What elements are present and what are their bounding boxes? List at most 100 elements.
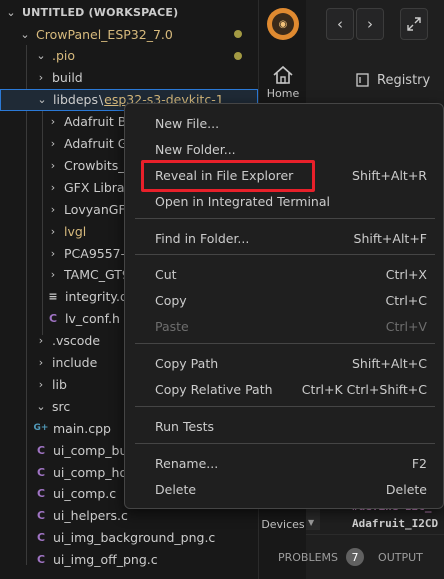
modified-dot-icon [234,51,242,60]
modified-dot-icon [234,30,242,38]
tree-item-label: ui_img_background_png.c [53,530,216,546]
chevron-right-icon: › [50,246,56,260]
back-button[interactable]: ‹ [326,8,354,40]
workspace-header[interactable]: ⌄ UNTITLED (WORKSPACE) [0,1,258,23]
menu-item-shortcut: Shift+Alt+C [351,355,427,371]
devices-button[interactable]: Devices [259,518,307,531]
menu-item-delete[interactable]: Delete Delete [129,477,441,501]
menu-item-label: Reveal in File Explorer [155,167,294,183]
text-file-icon: ≡ [48,290,58,304]
tree-item-label: ui_comp_hoc [53,464,134,480]
menu-item-copy-path[interactable]: Copy Path Shift+Alt+C [129,351,441,375]
menu-separator [135,343,435,344]
chevron-right-icon: › [38,334,44,348]
panel-tabs: PROBLEMS 7 OUTPUT [278,534,444,579]
c-file-icon: C [36,443,46,457]
menu-separator [135,406,435,407]
tab-output[interactable]: OUTPUT [378,551,423,564]
scroll-down-icon[interactable]: ▼ [308,518,314,527]
menu-item-shortcut: Shift+Alt+R [352,167,427,183]
chevron-right-icon: › [50,224,56,238]
menu-item-new-folder[interactable]: New Folder... [129,137,441,161]
menu-item-shortcut: F2 [411,455,427,471]
workspace-title: UNTITLED (WORKSPACE) [22,5,179,19]
chevron-right-icon: › [50,115,56,129]
platformio-logo-icon[interactable]: ◉ [267,8,299,40]
c-file-icon: C [36,509,46,523]
menu-item-label: Copy Relative Path [155,381,273,397]
menu-item-open-in-integrated-terminal[interactable]: Open in Integrated Terminal [129,189,441,213]
tree-file-item[interactable]: Cui_img_off_png.c [0,549,258,571]
cpp-file-icon: G+ [33,423,49,434]
menu-item-shortcut: Ctrl+V [385,318,427,334]
c-file-icon: C [48,312,58,326]
menu-item-shortcut: Shift+Alt+F [353,230,427,246]
menu-item-cut[interactable]: Cut Ctrl+X [129,262,441,286]
tree-item-label: ui_comp.c [53,486,117,502]
chevron-right-icon: › [50,158,56,172]
tree-item-label: ui_img_off_png.c [53,552,158,568]
home-label: Home [266,86,300,100]
menu-item-copy-relative-path[interactable]: Copy Relative Path Ctrl+K Ctrl+Shift+C [129,377,441,401]
chevron-right-icon: › [367,15,373,33]
chevron-right-icon: › [38,356,44,369]
c-file-icon: C [36,531,46,545]
chevron-down-icon: ⌄ [6,5,16,19]
menu-item-shortcut: Ctrl+K Ctrl+Shift+C [301,381,427,397]
tree-file-item[interactable]: Cui_img_background_png.c [0,527,258,549]
menu-item-reveal-in-file-explorer[interactable]: Reveal in File Explorer Shift+Alt+R [129,163,441,187]
expand-icon [407,17,421,31]
tree-item-label: CrowPanel_ESP32_7.0 [36,26,173,42]
menu-item-label: Paste [155,318,189,334]
chevron-down-icon: ⌄ [20,27,30,41]
tree-item-label: lv_conf.h [65,311,120,327]
menu-item-rename[interactable]: Rename... F2 [129,451,441,475]
chevron-right-icon: › [38,71,44,85]
c-file-icon: C [36,553,46,567]
tree-folder-item[interactable]: › build [0,67,258,89]
chevron-right-icon: › [50,137,56,150]
code-line: Adafruit_I2CD [352,517,439,530]
menu-item-shortcut: Delete [385,481,427,497]
menu-item-copy[interactable]: Copy Ctrl+C [129,288,441,312]
menu-item-label: Delete [155,481,197,497]
home-button[interactable]: Home [259,58,307,106]
tab-registry[interactable]: Registry [306,58,444,102]
tree-folder-item[interactable]: ⌄ CrowPanel_ESP32_7.0 [0,23,258,45]
chevron-right-icon: › [38,377,44,391]
menu-item-shortcut: Ctrl+C [385,292,427,308]
problems-count-badge: 7 [346,548,365,566]
document-icon [356,73,369,87]
tree-folder-item[interactable]: ⌄ .pio [0,45,258,67]
menu-item-new-file[interactable]: New File... [129,111,441,135]
forward-button[interactable]: › [356,8,384,40]
menu-separator [135,254,435,255]
menu-item-run-tests[interactable]: Run Tests [129,414,441,438]
menu-item-label: Copy [155,292,187,308]
context-menu: New File... New Folder... Reveal in File E… [124,103,444,509]
menu-item-shortcut: Ctrl+X [385,266,427,282]
home-icon [273,65,293,84]
tree-item-label: lib [52,376,67,392]
tree-item-label: ui_comp_but [53,442,133,458]
menu-item-label: Rename... [155,455,219,471]
chevron-down-icon: ⌄ [36,49,46,63]
tab-registry-label: Registry [377,72,431,88]
tree-item-label: ui_helpers.c [53,508,128,524]
menu-item-label: Run Tests [155,418,215,434]
tab-problems[interactable]: PROBLEMS [278,551,338,564]
c-file-icon: C [36,487,46,501]
chevron-right-icon: › [50,268,56,282]
chevron-right-icon: › [50,202,56,216]
menu-item-label: Find in Folder... [155,230,250,246]
c-file-icon: C [36,465,46,479]
expand-button[interactable] [400,8,428,40]
tree-item-label: libdeps [53,92,98,108]
menu-separator [135,443,435,444]
tree-item-label: PCA9557-a [64,245,133,261]
tree-item-label: .vscode [52,333,101,349]
tree-item-label: include [52,355,98,370]
menu-item-label: Copy Path [155,355,219,371]
chevron-down-icon: ⌄ [37,93,47,107]
menu-item-find-in-folder[interactable]: Find in Folder... Shift+Alt+F [129,226,441,250]
